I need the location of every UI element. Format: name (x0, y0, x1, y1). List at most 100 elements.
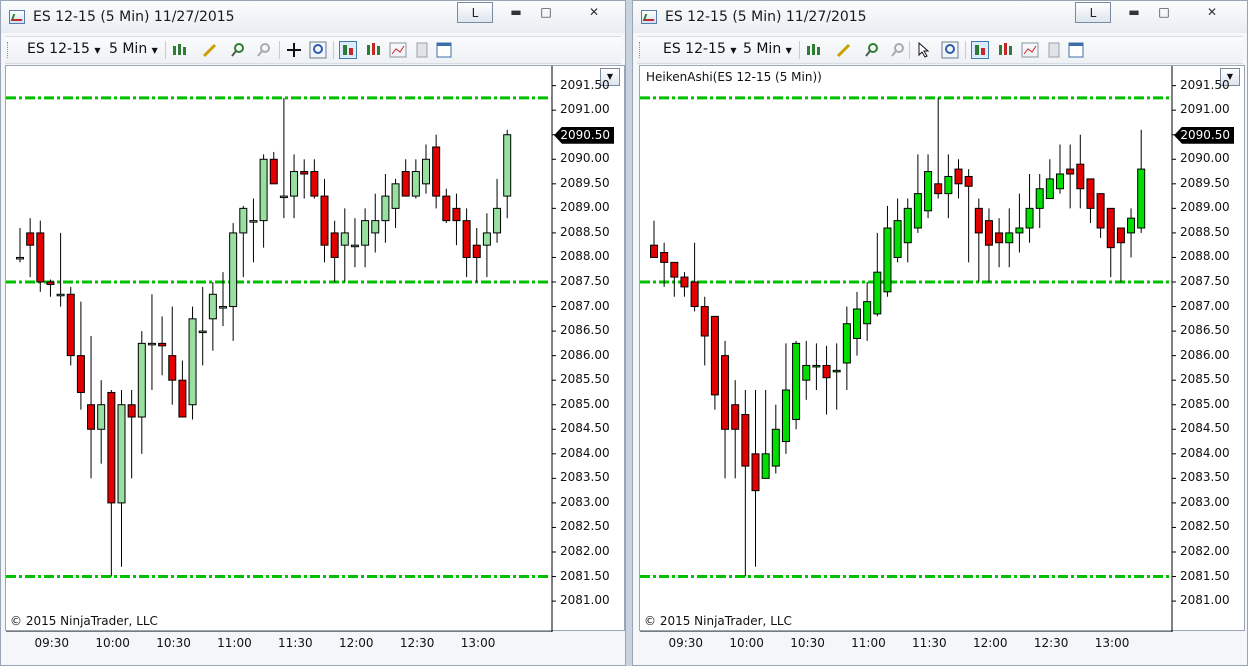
candle-body[interactable] (1127, 217, 1136, 234)
zoom-icon[interactable] (309, 41, 327, 59)
candle-body[interactable] (411, 171, 420, 197)
candle-body[interactable] (1066, 168, 1075, 175)
candle-body[interactable] (432, 146, 441, 197)
close-icon[interactable]: ✕ (581, 2, 607, 22)
close-icon[interactable]: ✕ (1199, 2, 1225, 22)
candle-body[interactable] (300, 171, 309, 175)
candle-body[interactable] (1076, 163, 1085, 190)
candle-body[interactable] (391, 183, 400, 209)
candle-body[interactable] (259, 158, 268, 222)
candle-body[interactable] (208, 293, 217, 320)
maximize-icon[interactable]: □ (533, 2, 559, 22)
candle-body[interactable] (350, 244, 359, 248)
candle-body[interactable] (842, 323, 851, 364)
candle-body[interactable] (107, 391, 116, 504)
candle-body[interactable] (137, 342, 146, 418)
chart-style-icon[interactable] (971, 41, 989, 59)
candle-body[interactable] (812, 364, 821, 368)
minimize-icon[interactable]: ▬ (1121, 2, 1147, 22)
candle-body[interactable] (771, 428, 780, 467)
candle-body[interactable] (340, 232, 349, 246)
candle-body[interactable] (1025, 207, 1034, 229)
candle-body[interactable] (700, 306, 709, 337)
minimize-icon[interactable]: ▬ (503, 2, 529, 22)
candle-body[interactable] (1015, 227, 1024, 234)
zoom-in-icon[interactable] (863, 41, 881, 59)
candle-body[interactable] (751, 453, 760, 492)
candle-body[interactable] (127, 404, 136, 418)
candle-body[interactable] (290, 171, 299, 197)
strategies-icon[interactable] (365, 41, 383, 59)
candle-body[interactable] (310, 171, 319, 197)
candle-body[interactable] (883, 227, 892, 293)
strategies-icon[interactable] (997, 41, 1015, 59)
candle-body[interactable] (1045, 178, 1054, 200)
candle-body[interactable] (721, 355, 730, 430)
candle-body[interactable] (731, 404, 740, 430)
indicators-icon[interactable] (1021, 41, 1039, 59)
candle-body[interactable] (117, 404, 126, 504)
candle-body[interactable] (680, 276, 689, 288)
candle-body[interactable] (1096, 193, 1105, 229)
candle-body[interactable] (56, 293, 65, 297)
candle-body[interactable] (147, 342, 156, 346)
candle-body[interactable] (893, 220, 902, 258)
toolbar-grip[interactable] (7, 42, 11, 58)
candle-body[interactable] (792, 342, 801, 420)
pointer-icon[interactable] (915, 41, 933, 59)
bar-type-icon[interactable] (805, 41, 823, 59)
candle-body[interactable] (1137, 168, 1146, 229)
zoom-out-icon[interactable] (889, 41, 907, 59)
zoom-in-icon[interactable] (229, 41, 247, 59)
zoom-out-icon[interactable] (255, 41, 273, 59)
candle-body[interactable] (1035, 188, 1044, 209)
candle-body[interactable] (944, 175, 953, 195)
candle-body[interactable] (371, 220, 380, 234)
candle-body[interactable] (964, 175, 973, 187)
candle-body[interactable] (761, 453, 770, 479)
candle-body[interactable] (198, 330, 207, 334)
candle-body[interactable] (984, 220, 993, 246)
candle-body[interactable] (158, 342, 167, 347)
candle-body[interactable] (493, 207, 502, 234)
instrument-selector[interactable]: ES 12-15 ▼ (27, 41, 100, 57)
interval-selector[interactable]: 5 Min ▼ (109, 41, 158, 57)
chart-style-icon[interactable] (339, 41, 357, 59)
toolbar-grip[interactable] (639, 42, 643, 58)
candle-body[interactable] (802, 364, 811, 381)
candle-body[interactable] (462, 220, 471, 258)
candle-body[interactable] (924, 171, 933, 212)
candle-body[interactable] (219, 306, 227, 309)
candle-body[interactable] (26, 232, 35, 246)
candle-body[interactable] (974, 207, 983, 234)
link-button[interactable]: L (1075, 2, 1111, 23)
price-chart[interactable]: ▼ 2091.502091.002090.502090.002089.50208… (5, 65, 625, 650)
candle-body[interactable] (188, 318, 197, 406)
link-button[interactable]: L (457, 2, 493, 23)
candle-body[interactable] (422, 158, 430, 185)
properties-icon[interactable] (435, 41, 453, 59)
candle-body[interactable] (781, 389, 790, 443)
candle-body[interactable] (741, 414, 750, 467)
candle-body[interactable] (482, 232, 491, 246)
candle-body[interactable] (452, 207, 461, 222)
candle-body[interactable] (36, 232, 45, 283)
candle-body[interactable] (401, 171, 410, 197)
candle-body[interactable] (381, 195, 390, 222)
candle-body[interactable] (66, 293, 75, 357)
candle-body[interactable] (903, 207, 912, 244)
candle-body[interactable] (650, 244, 658, 258)
maximize-icon[interactable]: □ (1151, 2, 1177, 22)
candle-body[interactable] (269, 158, 278, 185)
indicators-icon[interactable] (389, 41, 407, 59)
candle-body[interactable] (320, 195, 329, 246)
draw-tool-icon[interactable] (201, 41, 219, 59)
candle-body[interactable] (832, 369, 841, 373)
interval-selector[interactable]: 5 Min ▼ (743, 41, 792, 57)
bar-type-icon[interactable] (171, 41, 189, 59)
candle-body[interactable] (690, 281, 699, 308)
candle-body[interactable] (822, 364, 831, 379)
candle-body[interactable] (1106, 207, 1115, 249)
candle-body[interactable] (279, 195, 288, 199)
candle-body[interactable] (76, 355, 85, 393)
